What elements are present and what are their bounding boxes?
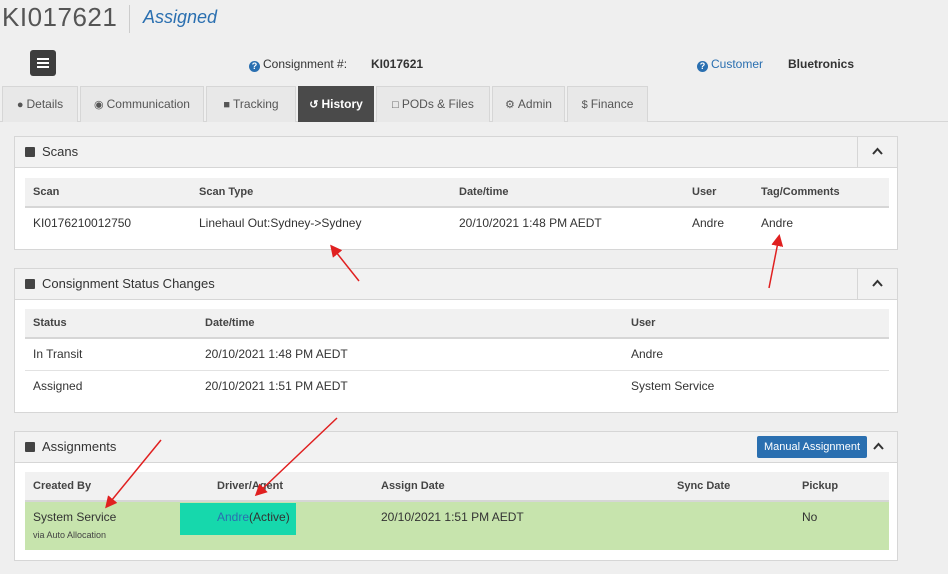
column-header: Tag/Comments [761,186,840,198]
created-by-cell: System Service [33,510,117,524]
column-header: Scan Type [199,186,254,198]
consignment-number-label: ? Consignment #: [249,57,347,72]
status-changes-collapse-button[interactable] [857,269,897,299]
comment-icon: ◉ [94,99,104,111]
tab-communication[interactable]: ◉ Communication [80,86,204,122]
truck-icon: ■ [223,99,231,111]
panel-square-icon [25,147,35,157]
column-header: Pickup [802,480,839,492]
column-header: Assign Date [381,480,445,492]
driver-link[interactable]: Andre [217,510,249,524]
menu-hamburger-button[interactable] [30,50,56,76]
assign-date-cell: 20/10/2021 1:51 PM AEDT [381,510,524,524]
column-header: User [692,186,717,198]
user-icon: ● [16,99,24,111]
driver-status: (Active) [249,510,290,524]
driver-cell: Andre(Active) [217,510,290,524]
assignment-row: System Service via Auto Allocation Andre… [25,502,889,550]
table-header: Scan Scan Type Date/time User Tag/Commen… [25,178,889,208]
tab-bar: ● Details ◉ Communication ■ Tracking ↺ Histo… [0,86,948,122]
assignments-panel-header: Assignments Manual Assignment [15,432,897,463]
chevron-up-icon [872,147,883,155]
scans-panel-header: Scans [15,137,897,168]
table-cell: 20/10/2021 1:51 PM AEDT [205,379,348,393]
scans-panel: Scans Scan Scan Type Date/time User Tag/… [14,136,898,250]
column-header: Status [33,317,67,329]
chevron-up-icon [872,279,883,287]
panel-square-icon [25,279,35,289]
column-header: Driver/Agent [217,480,284,492]
manual-assignment-button[interactable]: Manual Assignment [757,436,867,458]
table-cell: Andre [631,347,664,361]
table-header: Status Date/time User [25,309,889,339]
column-header: Created By [33,480,92,492]
panel-square-icon [25,442,35,452]
status-changes-panel: Consignment Status Changes Status Date/t… [14,268,898,413]
tab-pods-files[interactable]: □ PODs & Files [376,86,490,122]
status-changes-panel-header: Consignment Status Changes [15,269,897,300]
table-header: Created By Driver/Agent Assign Date Sync… [25,472,889,502]
tab-history[interactable]: ↺ History [298,86,374,122]
gear-icon: ⚙ [505,99,515,111]
consignment-ref-title: KI017621 [2,2,118,32]
file-icon: □ [392,99,399,111]
scans-collapse-button[interactable] [857,137,897,167]
customer-name: Bluetronics [788,57,855,71]
column-header: Date/time [459,186,509,198]
tab-admin[interactable]: ⚙ Admin [492,86,565,122]
table-cell: 20/10/2021 1:48 PM AEDT [459,216,602,230]
column-header: Sync Date [677,480,731,492]
tab-finance[interactable]: $ Finance [567,86,648,122]
assignments-collapse-button[interactable] [867,432,897,462]
assignments-title: Assignments [42,439,117,454]
scans-title: Scans [42,144,79,159]
table-cell: System Service [631,379,715,393]
assignments-panel: Assignments Manual Assignment Created By… [14,431,898,561]
table-cell: Linehaul Out:Sydney->Sydney [199,216,362,230]
tab-tracking[interactable]: ■ Tracking [206,86,296,122]
table-cell: KI0176210012750 [33,216,132,230]
status-changes-title: Consignment Status Changes [42,276,215,291]
question-icon: ? [249,61,260,72]
customer-link[interactable]: ? Customer [697,57,763,72]
dollar-icon: $ [581,99,588,111]
consignment-status-title: Assigned [143,7,218,27]
consignment-number-value: KI017621 [371,57,424,71]
table-row: KI0176210012750 Linehaul Out:Sydney->Syd… [25,208,889,240]
chevron-up-icon [873,442,884,450]
column-header: User [631,317,656,329]
tab-details[interactable]: ● Details [2,86,78,122]
table-cell: In Transit [33,347,83,361]
page-header: KI017621 Assigned [0,0,948,40]
table-cell: Andre [692,216,725,230]
title-divider [129,5,130,33]
column-header: Scan [33,186,60,198]
hamburger-icon [37,58,49,60]
pickup-cell: No [802,510,818,524]
table-cell: Andre [761,216,794,230]
table-row: Assigned 20/10/2021 1:51 PM AEDT System … [25,371,889,403]
table-cell: 20/10/2021 1:48 PM AEDT [205,347,348,361]
table-row: In Transit 20/10/2021 1:48 PM AEDT Andre [25,339,889,371]
created-by-note: via Auto Allocation [33,530,107,540]
column-header: Date/time [205,317,255,329]
history-icon: ↺ [309,99,319,111]
question-icon: ? [697,61,708,72]
table-cell: Assigned [33,379,83,393]
